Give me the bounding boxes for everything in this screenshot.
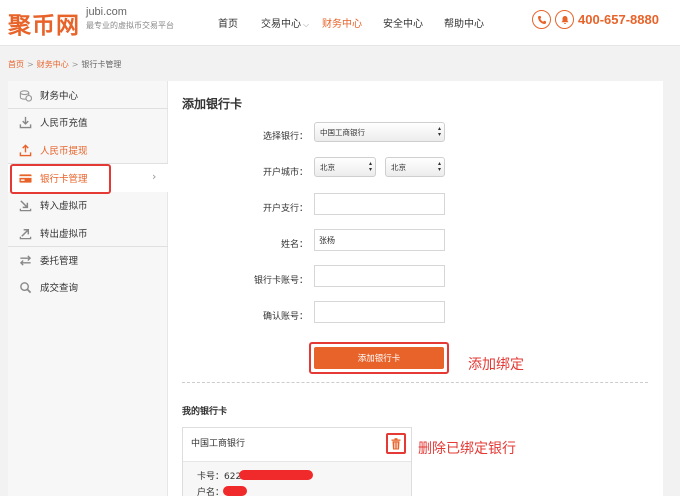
site-logo[interactable]: 聚币网 <box>8 6 80 40</box>
sidebar-item-label: 财务中心 <box>40 91 79 102</box>
card-owner-label: 户名： <box>197 488 225 496</box>
chevron-down-icon: ⌵ <box>303 20 310 29</box>
phone-icon[interactable] <box>532 10 551 29</box>
sidebar-item-transfer-in[interactable]: 转入虚拟币 <box>8 194 168 216</box>
nav-finance[interactable]: 财务中心 <box>322 15 362 30</box>
redaction-mark <box>223 486 247 496</box>
annotation-highlight-box <box>10 164 111 194</box>
chevron-right-icon: › <box>152 170 157 183</box>
select-arrows-icon: ▴ ▾ <box>437 160 441 173</box>
nav-trading[interactable]: 交易中心 ⌵ <box>261 15 309 30</box>
name-label: 姓名： <box>280 240 308 250</box>
search-icon <box>18 280 32 294</box>
bank-card-header: 中国工商银行 <box>183 428 411 461</box>
card-number-label: 卡号： <box>197 472 225 482</box>
account-label: 银行卡账号： <box>253 276 308 286</box>
nav-security[interactable]: 安全中心 <box>383 15 423 30</box>
bell-icon[interactable] <box>555 10 574 29</box>
sidebar-item-cny-withdraw[interactable]: 人民币提现 <box>8 139 168 161</box>
bank-card-item: 中国工商银行 卡号：6222 户名： <box>182 427 412 496</box>
sidebar-item-transfer-out[interactable]: 转出虚拟币 <box>8 222 168 244</box>
sidebar-item-label: 人民币充值 <box>40 118 88 129</box>
nav-home[interactable]: 首页 <box>218 15 238 30</box>
breadcrumb-current: 银行卡管理 <box>81 60 122 69</box>
nav-help[interactable]: 帮助中心 <box>444 15 484 30</box>
sidebar-item-label: 人民币提现 <box>40 146 88 157</box>
logo-slogan: 最专业的虚拟币交易平台 <box>86 21 174 30</box>
bank-select-value: 中国工商银行 <box>320 127 365 137</box>
annotation-delete-bound: 删除已绑定银行 <box>418 441 516 457</box>
nav-security-label: 安全中心 <box>383 19 423 30</box>
bank-label: 选择银行： <box>262 132 308 142</box>
upload-icon <box>18 143 32 157</box>
page-title: 添加银行卡 <box>182 97 243 111</box>
breadcrumb-separator: > <box>71 60 79 69</box>
city-label: 开户城市： <box>262 168 308 178</box>
site-header: 聚币网 jubi.com 最专业的虚拟币交易平台 首页 交易中心 ⌵ 财务中心 安… <box>0 0 680 46</box>
sidebar-item-label: 转出虚拟币 <box>40 229 88 240</box>
add-bank-card-button[interactable]: 添加银行卡 <box>314 347 444 369</box>
sidebar-divider <box>8 108 168 109</box>
confirm-account-input[interactable] <box>314 301 445 323</box>
sidebar-divider <box>8 246 168 247</box>
account-input[interactable] <box>314 265 445 287</box>
coins-icon <box>18 88 32 102</box>
breadcrumb-separator: > <box>27 60 34 69</box>
swap-arrows-icon <box>18 253 32 267</box>
sidebar-item-finance-center[interactable]: 财务中心 <box>8 84 168 106</box>
bank-card-bank-name: 中国工商银行 <box>191 439 246 449</box>
sidebar-item-label: 转入虚拟币 <box>40 201 88 212</box>
bank-card-details: 卡号：6222 户名： <box>183 461 411 496</box>
transfer-out-icon <box>18 226 32 240</box>
city-select[interactable]: 北京 ▴ ▾ <box>385 157 445 177</box>
province-select-value: 北京 <box>320 162 335 172</box>
nav-home-label: 首页 <box>218 19 238 30</box>
sidebar-item-orders[interactable]: 委托管理 <box>8 249 168 271</box>
select-arrows-icon: ▴ ▾ <box>437 125 441 138</box>
nav-finance-label: 财务中心 <box>322 19 362 30</box>
card-owner: 户名： <box>197 485 224 496</box>
breadcrumb-home[interactable]: 首页 <box>8 60 24 69</box>
sidebar: 财务中心 人民币充值 人民币提现 银行卡管理 转入虚拟币 转出虚拟币 委托管理 … <box>8 81 168 496</box>
nav-trading-label: 交易中心 <box>261 19 301 30</box>
province-select[interactable]: 北京 ▴ ▾ <box>314 157 376 177</box>
city-select-value: 北京 <box>391 162 406 172</box>
breadcrumb-finance[interactable]: 财务中心 <box>37 60 69 69</box>
branch-input[interactable] <box>314 193 445 215</box>
sidebar-item-trade-query[interactable]: 成交查询 <box>8 276 168 298</box>
hotline-number: 400-657-8880 <box>578 12 659 27</box>
my-cards-title: 我的银行卡 <box>182 407 228 417</box>
sidebar-item-cny-deposit[interactable]: 人民币充值 <box>8 111 168 133</box>
select-arrows-icon: ▴ ▾ <box>368 160 372 173</box>
logo-domain: jubi.com <box>86 6 127 18</box>
name-input[interactable]: 张杨 <box>314 229 445 251</box>
divider <box>182 382 648 383</box>
sidebar-item-label: 委托管理 <box>40 256 79 267</box>
trash-icon[interactable] <box>386 433 406 454</box>
redaction-mark <box>239 470 313 480</box>
annotation-add-binding: 添加绑定 <box>468 357 524 373</box>
nav-help-label: 帮助中心 <box>444 19 484 30</box>
breadcrumb: 首页 > 财务中心 > 银行卡管理 <box>8 59 121 70</box>
confirm-account-label: 确认账号： <box>262 312 308 322</box>
branch-label: 开户支行： <box>262 204 308 214</box>
add-bank-card-panel: 添加银行卡 选择银行： 中国工商银行 ▴ ▾ 开户城市： 北京 ▴ ▾ 北京 ▴ ▾ … <box>168 81 663 496</box>
transfer-in-icon <box>18 198 32 212</box>
bank-select[interactable]: 中国工商银行 ▴ ▾ <box>314 122 445 142</box>
download-icon <box>18 115 32 129</box>
sidebar-item-label: 成交查询 <box>40 283 79 294</box>
